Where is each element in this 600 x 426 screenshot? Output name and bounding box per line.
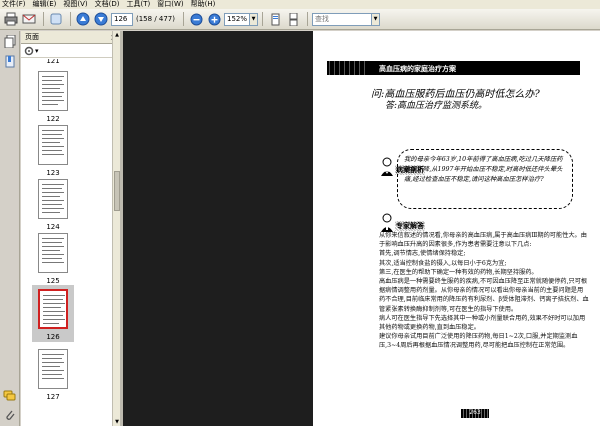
toolbar-separator — [43, 12, 44, 26]
document-page: 高血压病的家庭治疗方案 问:高血压服药后血压仍高时低怎么办? 答:高血压治疗监测… — [313, 31, 600, 426]
navigation-bar — [0, 31, 20, 426]
zoom-in-icon[interactable] — [206, 11, 222, 27]
search-dropdown-icon[interactable]: ▼ — [372, 12, 380, 26]
menu-window[interactable]: 窗口(W) — [157, 0, 183, 9]
body-paragraph: 高血压病是一种需要终生服药的疾病,不可因血压降至正常就随便停药,只可根据病情调整… — [379, 278, 589, 313]
expert-icon — [381, 213, 393, 232]
menu-help[interactable]: 帮助(H) — [191, 0, 216, 9]
toolbar-separator — [70, 12, 71, 26]
menu-file[interactable]: 文件(F) — [2, 0, 26, 9]
toolbar: (158 / 477) ▼ ▼ — [0, 9, 600, 30]
body-paragraph: 首先,调节情志,使情绪保持稳定; — [379, 250, 466, 258]
previous-page-icon[interactable] — [75, 11, 91, 27]
page-number-badge: 263 — [461, 409, 489, 418]
options-dropdown-icon[interactable]: ▾ — [35, 47, 39, 55]
thumbnail-label: 126 — [46, 333, 60, 341]
bookmarks-icon[interactable] — [3, 55, 16, 68]
panel-options: ▾ — [21, 44, 120, 58]
panel-header: 页面 × — [21, 31, 120, 44]
thumbnail-label: 123 — [46, 169, 60, 177]
doctor-icon — [381, 157, 393, 176]
zoom-dropdown-icon[interactable]: ▼ — [250, 12, 258, 26]
header-decoration — [327, 61, 365, 75]
answer-heading: 答:高血压治疗监测系统。 — [385, 101, 488, 111]
next-page-icon[interactable] — [93, 11, 109, 27]
continuous-view-icon[interactable] — [285, 11, 301, 27]
thumbnail-label: 127 — [46, 393, 60, 401]
page-number-input[interactable] — [111, 12, 133, 26]
document-viewport[interactable]: 高血压病的家庭治疗方案 问:高血压服药后血压仍高时低怎么办? 答:高血压治疗监测… — [123, 31, 600, 426]
thumbnail-label: 124 — [46, 223, 60, 231]
page-number: 263 — [469, 409, 481, 416]
menu-view[interactable]: 视图(V) — [63, 0, 87, 9]
menu-document[interactable]: 文档(D) — [95, 0, 120, 9]
body-paragraph: 病人可在医生指导下先选择其中一种或小剂量联合用药,效果不好时可以加用其他药物或更… — [379, 314, 586, 332]
page-header-title: 高血压病的家庭治疗方案 — [379, 65, 456, 73]
menu-bar: 文件(F) 编辑(E) 视图(V) 文档(D) 工具(T) 窗口(W) 帮助(H… — [0, 0, 600, 9]
hand-tool-icon[interactable] — [48, 11, 64, 27]
single-page-view-icon[interactable] — [267, 11, 283, 27]
body-paragraph: 第三,在医生的帮助下确定一种有效的药物,长期坚持服药。 — [379, 268, 538, 276]
thumbnail-label: 121 — [46, 59, 60, 65]
case-box: 我的母亲今年63岁,10年前得了高血压病,吃过几天降压药血压下降,从1997年开… — [397, 149, 573, 209]
comments-icon[interactable] — [3, 389, 16, 402]
menu-tools[interactable]: 工具(T) — [127, 0, 151, 9]
zoom-out-icon[interactable] — [188, 11, 204, 27]
options-icon[interactable] — [24, 46, 34, 56]
attachments-icon[interactable] — [3, 409, 16, 422]
menu-edit[interactable]: 编辑(E) — [33, 0, 57, 9]
page-total: (158 / 477) — [136, 15, 175, 23]
body-paragraph: 其次,适当控制食盐的摄入,以每日小于6克为宜; — [379, 259, 507, 267]
body-paragraph: 建议你母亲试用目前广泛使用的降压药物,每日1~2次,口服,并定期监测血压,3~4… — [379, 333, 578, 350]
thumbnail-label: 122 — [46, 115, 60, 123]
toolbar-separator — [262, 12, 263, 26]
email-icon[interactable] — [21, 11, 37, 27]
toolbar-separator — [183, 12, 184, 26]
thumbnail-label: 125 — [46, 277, 60, 285]
toolbar-separator — [307, 12, 308, 26]
thumbnails-panel: 页面 × ▾ 121 122 123 124 125 126 — [21, 31, 120, 426]
body-paragraph: 从你来信叙述的情况看,你母亲的高血压病,属于高血压病Ⅲ期的可能性大。由于影响血压… — [379, 232, 587, 249]
search-input[interactable] — [312, 12, 372, 26]
section-label-answer: 专家解答 — [395, 221, 425, 231]
print-icon[interactable] — [3, 11, 19, 27]
case-text: 我的母亲今年63岁,10年前得了高血压病,吃过几天降压药血压下降,从1997年开… — [404, 156, 563, 183]
thumbnail-list: 121 122 123 124 125 126 127 — [21, 59, 109, 426]
thumbnail-scrollbar[interactable]: ▲ ▼ — [112, 31, 120, 426]
zoom-level-input[interactable] — [224, 12, 250, 26]
panel-title: 页面 — [25, 33, 39, 41]
answer-body: 从你来信叙述的情况看,你母亲的高血压病,属于高血压病Ⅲ期的可能性大。由于影响血压… — [379, 231, 589, 351]
pages-icon[interactable] — [3, 35, 16, 48]
